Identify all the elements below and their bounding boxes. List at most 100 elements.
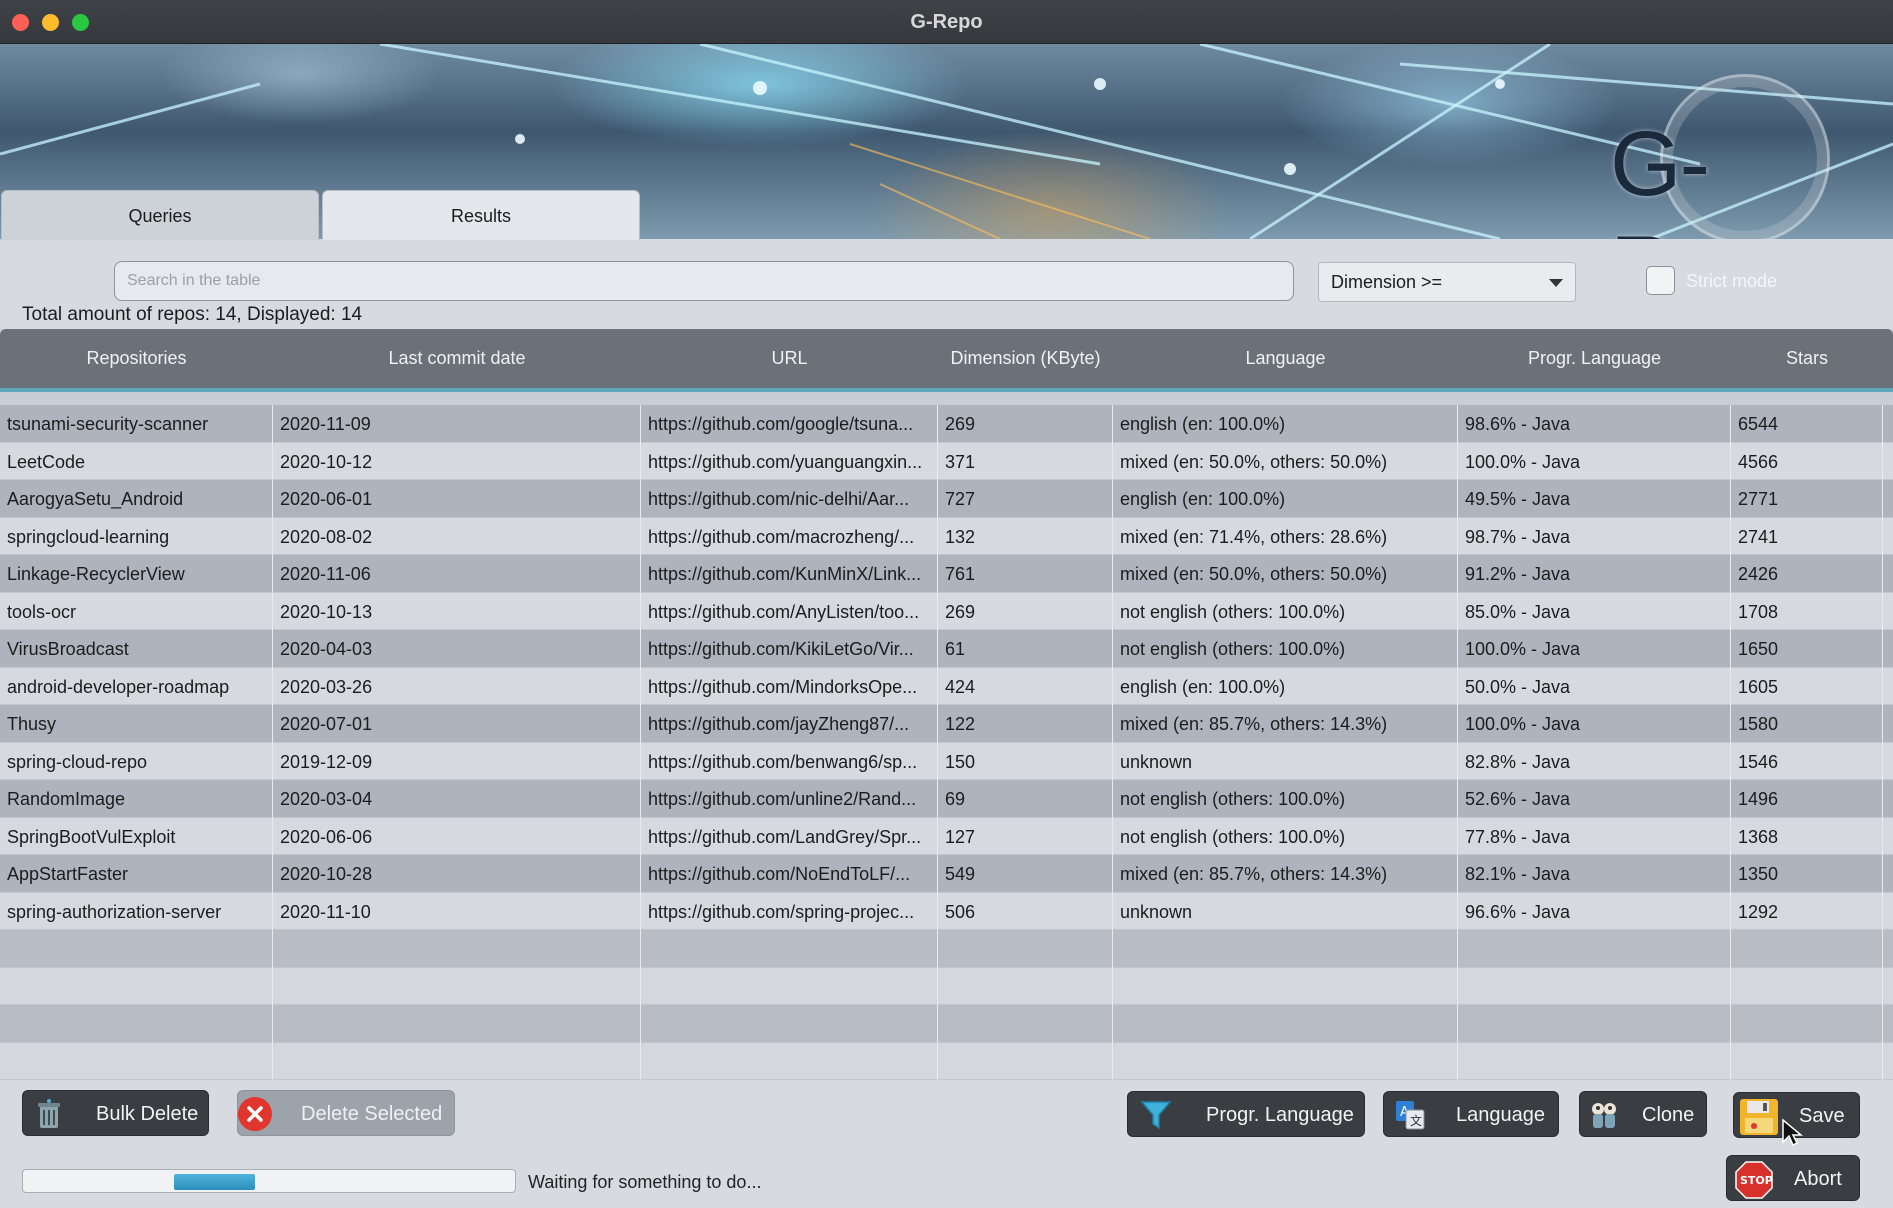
empty-table-row[interactable]: [0, 967, 1893, 1005]
svg-text:文: 文: [1410, 1113, 1422, 1128]
table-cell: [1113, 1042, 1458, 1080]
table-cell: mixed (en: 50.0%, others: 50.0%): [1113, 555, 1458, 593]
dimension-filter-select[interactable]: Dimension >=: [1318, 262, 1576, 302]
table-cell: [273, 967, 641, 1005]
progr-language-label: Progr. Language: [1206, 1104, 1354, 1126]
empty-table-row[interactable]: [0, 1042, 1893, 1080]
table-row[interactable]: spring-cloud-repo 2019-12-09 https://githu…: [0, 742, 1893, 780]
table-row[interactable]: AppStartFaster 2020-10-28 https://github.c…: [0, 855, 1893, 893]
table-cell: [0, 1042, 273, 1080]
bulk-delete-button[interactable]: Bulk Delete: [22, 1090, 209, 1136]
language-label: Language: [1456, 1104, 1545, 1126]
table-row[interactable]: LeetCode 2020-10-12 https://github.com/yua…: [0, 442, 1893, 480]
table-cell: 98.6% - Java: [1458, 405, 1731, 443]
table-cell: [273, 1005, 641, 1043]
table-row[interactable]: SpringBootVulExploit 2020-06-06 https://gi…: [0, 817, 1893, 855]
column-header-last-commit-date[interactable]: Last commit date: [273, 329, 641, 388]
table-cell: 1292: [1731, 892, 1883, 930]
table-row[interactable]: tools-ocr 2020-10-13 https://github.com/An…: [0, 592, 1893, 630]
table-cell: mixed (en: 71.4%, others: 28.6%): [1113, 517, 1458, 555]
tab-results[interactable]: Results: [322, 190, 640, 240]
column-header-progr-language[interactable]: Progr. Language: [1458, 329, 1731, 388]
table-cell: not english (others: 100.0%): [1113, 817, 1458, 855]
table-cell: [1458, 930, 1731, 968]
stop-sign-icon: STOP: [1735, 1161, 1773, 1199]
g-repo-logo: G-Repo: [1610, 113, 1824, 239]
results-table: Repositories Last commit date URL Dimens…: [0, 329, 1893, 1080]
table-cell: 2020-11-06: [273, 555, 641, 593]
table-cell: [938, 930, 1113, 968]
table-cell: RandomImage: [0, 780, 273, 818]
table-cell: 1350: [1731, 855, 1883, 893]
progr-language-filter-button[interactable]: Progr. Language: [1127, 1091, 1365, 1137]
table-cell: 2020-10-12: [273, 442, 641, 480]
dimension-filter-value: Dimension >=: [1331, 272, 1443, 292]
table-cell: https://github.com/AnyListen/too...: [641, 592, 938, 630]
table-cell: [1458, 1005, 1731, 1043]
column-header-url[interactable]: URL: [641, 329, 938, 388]
table-cell: unknown: [1113, 742, 1458, 780]
table-cell: 1650: [1731, 630, 1883, 668]
table-cell: 77.8% - Java: [1458, 817, 1731, 855]
table-cell: 2020-10-28: [273, 855, 641, 893]
column-header-language[interactable]: Language: [1113, 329, 1458, 388]
column-header-repositories[interactable]: Repositories: [0, 329, 273, 388]
abort-button[interactable]: STOP Abort: [1726, 1155, 1860, 1201]
progress-bar-fill: [174, 1174, 255, 1190]
table-row[interactable]: springcloud-learning 2020-08-02 https://gi…: [0, 517, 1893, 555]
table-cell: 122: [938, 705, 1113, 743]
table-cell: https://github.com/NoEndToLF/...: [641, 855, 938, 893]
table-cell: 1580: [1731, 705, 1883, 743]
table-cell: [273, 1042, 641, 1080]
table-cell: not english (others: 100.0%): [1113, 630, 1458, 668]
tab-queries[interactable]: Queries: [1, 190, 319, 240]
column-header-dimension[interactable]: Dimension (KByte): [938, 329, 1113, 388]
table-cell: 761: [938, 555, 1113, 593]
table-row[interactable]: AarogyaSetu_Android 2020-06-01 https://git…: [0, 480, 1893, 518]
search-input[interactable]: [114, 261, 1294, 301]
table-cell: [1731, 1005, 1883, 1043]
table-cell: android-developer-roadmap: [0, 667, 273, 705]
table-cell: 1605: [1731, 667, 1883, 705]
table-row[interactable]: tsunami-security-scanner 2020-11-09 https:…: [0, 405, 1893, 443]
table-cell: [1731, 967, 1883, 1005]
empty-table-row[interactable]: [0, 1005, 1893, 1043]
table-cell: 4566: [1731, 442, 1883, 480]
table-cell: VirusBroadcast: [0, 630, 273, 668]
table-cell: not english (others: 100.0%): [1113, 780, 1458, 818]
repo-count-summary: Total amount of repos: 14, Displayed: 14: [22, 304, 363, 325]
table-cell: 127: [938, 817, 1113, 855]
table-cell: AarogyaSetu_Android: [0, 480, 273, 518]
abort-label: Abort: [1794, 1168, 1842, 1190]
table-cell: Linkage-RecyclerView: [0, 555, 273, 593]
clone-button[interactable]: Clone: [1579, 1091, 1707, 1137]
table-row[interactable]: spring-authorization-server 2020-11-10 htt…: [0, 892, 1893, 930]
table-cell: https://github.com/MindorksOpe...: [641, 667, 938, 705]
language-filter-button[interactable]: A 文 Language: [1383, 1091, 1559, 1137]
table-cell: 1368: [1731, 817, 1883, 855]
table-cell: mixed (en: 85.7%, others: 14.3%): [1113, 855, 1458, 893]
table-cell: english (en: 100.0%): [1113, 480, 1458, 518]
table-cell: 50.0% - Java: [1458, 667, 1731, 705]
table-row[interactable]: VirusBroadcast 2020-04-03 https://github.c…: [0, 630, 1893, 668]
table-cell: https://github.com/LandGrey/Spr...: [641, 817, 938, 855]
table-cell: [1458, 967, 1731, 1005]
red-x-circle-icon: [238, 1097, 272, 1131]
table-cell: 2020-04-03: [273, 630, 641, 668]
table-row[interactable]: RandomImage 2020-03-04 https://github.com/…: [0, 780, 1893, 818]
table-cell: [1731, 1042, 1883, 1080]
strict-mode-checkbox[interactable]: [1646, 266, 1675, 295]
table-cell: https://github.com/jayZheng87/...: [641, 705, 938, 743]
chevron-down-icon: [1549, 279, 1563, 287]
table-row[interactable]: android-developer-roadmap 2020-03-26 https…: [0, 667, 1893, 705]
table-row[interactable]: Linkage-RecyclerView 2020-11-06 https://gi…: [0, 555, 1893, 593]
table-cell: english (en: 100.0%): [1113, 405, 1458, 443]
table-row[interactable]: Thusy 2020-07-01 https://github.com/jayZhe…: [0, 705, 1893, 743]
table-cell: 549: [938, 855, 1113, 893]
table-cell: 132: [938, 517, 1113, 555]
table-cell: 100.0% - Java: [1458, 442, 1731, 480]
column-header-stars[interactable]: Stars: [1731, 329, 1883, 388]
table-cell: 6544: [1731, 405, 1883, 443]
empty-table-row[interactable]: [0, 930, 1893, 968]
delete-selected-button[interactable]: Delete Selected: [237, 1090, 455, 1136]
